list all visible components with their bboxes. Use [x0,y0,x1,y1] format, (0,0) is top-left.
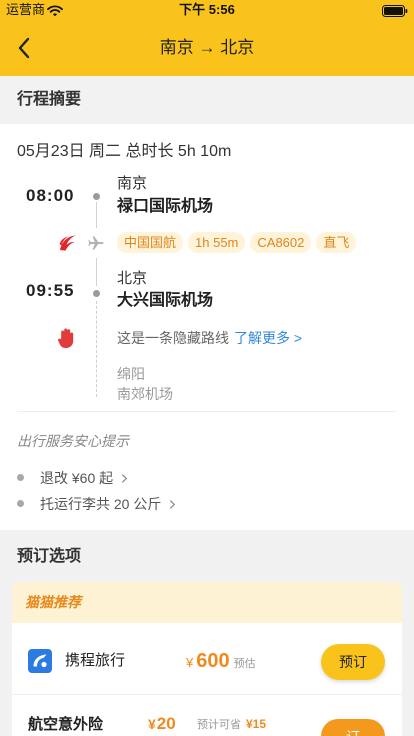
chevron-right-icon [122,473,128,483]
tip-baggage[interactable]: 托运行李共 20 公斤 [40,494,176,514]
price-amount: 600 [196,650,230,672]
tag-direct: 直飞 [316,232,357,253]
tag-airline: 中国国航 [117,232,184,253]
hidden-route-text: 这是一条隐藏路线 [117,330,229,346]
tag-duration: 1h 55m [188,232,246,253]
summary-section-header: 行程摘要 [0,76,414,124]
recommend-header: 猫猫推荐 [12,582,402,623]
learn-more-link[interactable]: 了解更多 > [234,330,302,346]
price-currency: ¥ [148,716,156,732]
arrival-city: 北京 [117,270,148,287]
battery-icon [382,4,408,17]
departure-dot [92,192,100,200]
divider [17,411,397,412]
chevron-right-icon [170,499,176,509]
ctrip-logo-icon [28,649,52,673]
insurance-option-name: 航空意外险 [28,716,104,733]
timeline-segment [95,202,97,228]
bullet-dot [17,500,24,507]
insurance-book-button[interactable]: 订 [321,719,385,736]
savings-label: 预计可省 [197,719,241,731]
arrival-airport: 大兴国际机场 [117,292,214,309]
trip-date-duration: 05月23日 周二 总时长 5h 10m [17,143,232,160]
tag-flight-number: CA8602 [250,232,312,253]
hidden-route-row: 这是一条隐藏路线 了解更多 > [117,328,302,348]
hidden-route-dashed-line [95,301,97,397]
tip-refund-label: 退改 ¥60 起 [40,470,114,486]
book-button[interactable]: 预订 [321,644,385,680]
app-screen: 运营商 下午 5:56 南京 → 北京 行程摘要 05月23日 周二 总时长 5… [0,0,414,736]
price-currency: ¥ [186,655,194,670]
service-tips-title: 出行服务安心提示 [17,433,129,449]
departure-city: 南京 [117,175,148,192]
page-title: 南京 → 北京 [159,38,255,57]
flight-tags: 中国国航 1h 55m CA8602 直飞 [117,232,357,253]
booking-section-title: 预订选项 [17,548,82,565]
price-amount: 20 [156,714,176,733]
hand-stop-icon [57,327,75,349]
timeline-segment [95,258,97,286]
booking-card: 猫猫推荐 携程旅行 ¥600预估 预订 航空意外险 ¥20 预计可省 ¥15 订 [12,582,402,736]
arrival-dot [92,290,100,297]
hidden-stop-airport: 南郊机场 [117,386,173,402]
hidden-stop-city: 绵阳 [117,366,145,382]
status-time: 下午 5:56 [179,2,235,17]
bullet-dot [17,474,24,481]
divider [12,694,402,695]
plane-icon [87,234,105,252]
departure-time: 08:00 [26,186,75,205]
option-price: ¥600 预估 [186,648,256,677]
option-provider-name: 携程旅行 [65,652,126,669]
arrival-time: 09:55 [26,281,75,300]
tip-refund[interactable]: 退改 ¥60 起 [40,468,128,488]
price-note: 预估 [233,658,256,670]
savings-amount: ¥15 [246,717,267,731]
tip-baggage-label: 托运行李共 20 公斤 [40,496,162,512]
summary-section-title: 行程摘要 [17,91,82,108]
air-china-logo-icon [57,233,77,253]
departure-airport: 禄口国际机场 [117,198,214,215]
recommend-label: 猫猫推荐 [25,594,81,610]
insurance-price: ¥20 [148,713,176,736]
insurance-savings: 预计可省 ¥15 [197,715,266,734]
